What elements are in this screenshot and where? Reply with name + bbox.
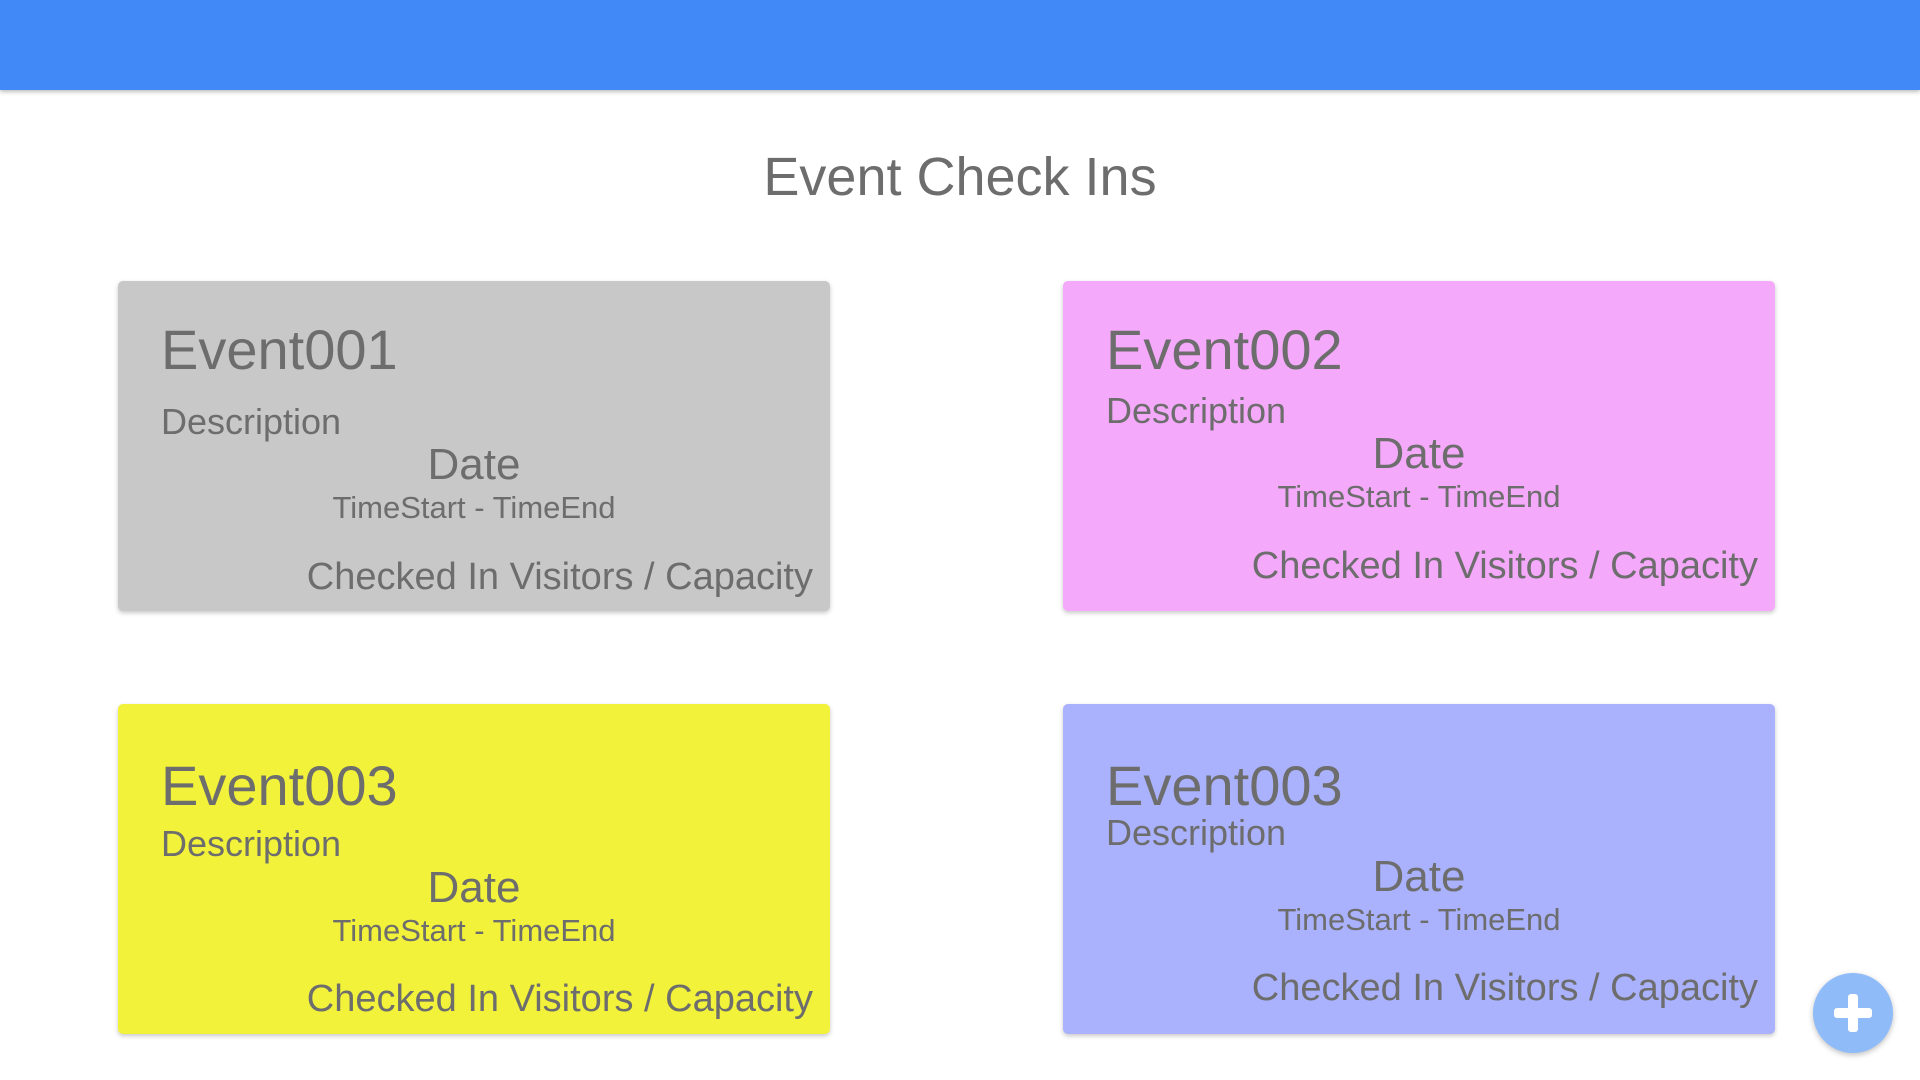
event-name: Event001 [161, 318, 398, 381]
add-event-button[interactable] [1813, 973, 1893, 1053]
event-time-range: TimeStart - TimeEnd [332, 490, 616, 525]
event-card[interactable]: Event002 Description Date TimeStart - Ti… [1063, 281, 1775, 611]
event-date: Date [427, 440, 521, 489]
event-card[interactable]: Event003 Description Date TimeStart - Ti… [1063, 704, 1775, 1034]
event-time-range: TimeStart - TimeEnd [1277, 902, 1561, 937]
event-capacity: Checked In Visitors / Capacity [306, 978, 813, 1020]
event-time-range: TimeStart - TimeEnd [332, 913, 616, 948]
event-description: Description [161, 401, 342, 442]
event-capacity: Checked In Visitors / Capacity [306, 556, 813, 598]
event-name: Event003 [161, 754, 398, 817]
event-date: Date [1372, 429, 1466, 478]
event-description: Description [161, 823, 342, 864]
event-date: Date [427, 863, 521, 912]
page-title: Event Check Ins [763, 147, 1157, 207]
event-description: Description [1106, 812, 1287, 853]
event-date: Date [1372, 852, 1466, 901]
app-bar [0, 0, 1920, 90]
event-name: Event002 [1106, 318, 1343, 381]
event-capacity: Checked In Visitors / Capacity [1251, 545, 1758, 587]
plus-icon [1813, 973, 1893, 1053]
event-card[interactable]: Event001 Description Date TimeStart - Ti… [118, 281, 830, 611]
event-time-range: TimeStart - TimeEnd [1277, 479, 1561, 514]
event-capacity: Checked In Visitors / Capacity [1251, 967, 1758, 1009]
event-card[interactable]: Event003 Description Date TimeStart - Ti… [118, 704, 830, 1034]
event-name: Event003 [1106, 754, 1343, 817]
event-description: Description [1106, 390, 1287, 431]
